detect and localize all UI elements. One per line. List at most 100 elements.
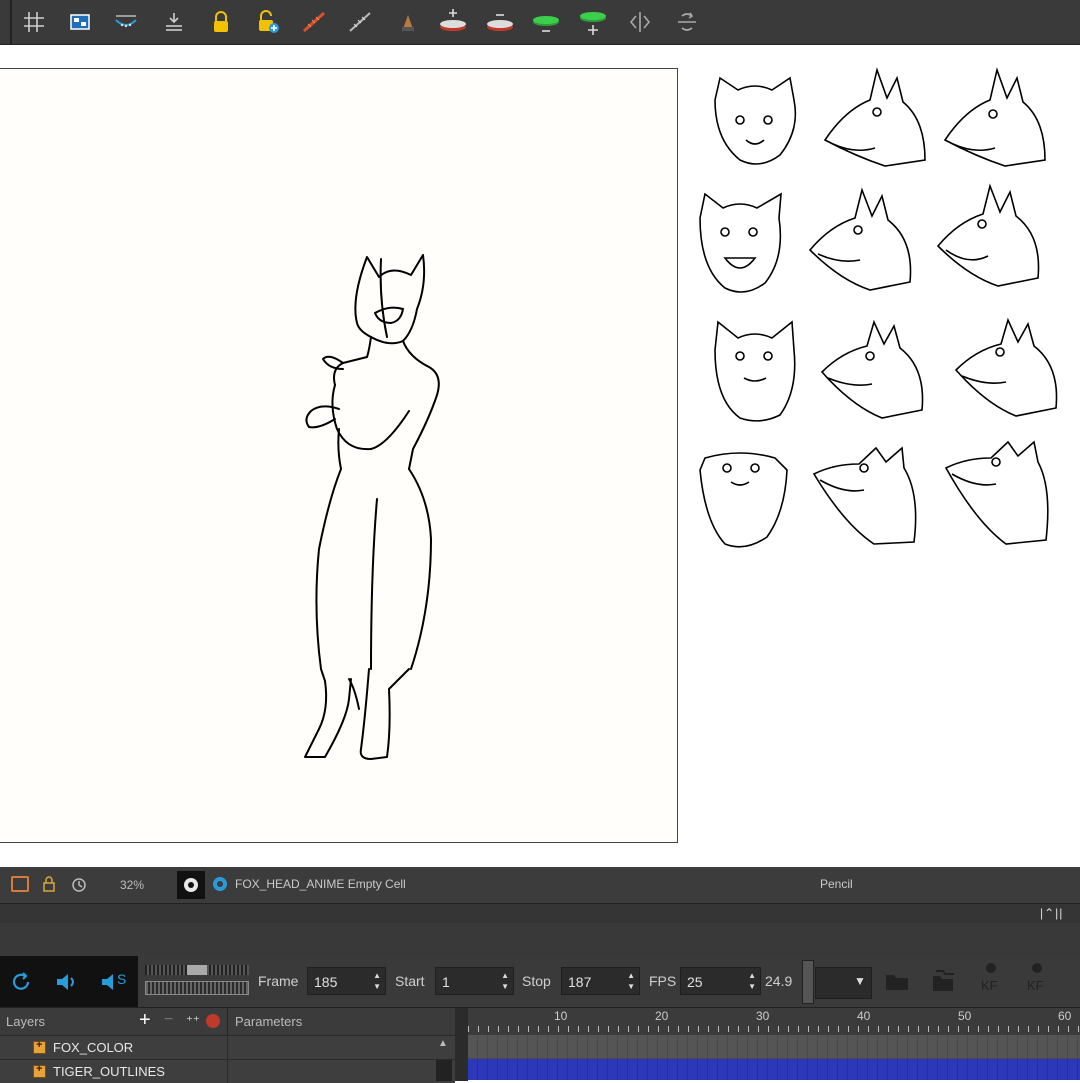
start-label: Start — [395, 973, 425, 989]
import-icon[interactable] — [158, 6, 190, 38]
frame-spinbox[interactable]: 185 ▲ ▼ — [307, 967, 386, 995]
add-green-layer-alt-icon[interactable] — [577, 6, 609, 38]
toolbar-separator — [10, 0, 12, 44]
jog-slider[interactable] — [145, 965, 249, 975]
fox-head-sketch — [699, 452, 788, 548]
character-sketch — [304, 254, 440, 760]
unlock-all-icon[interactable] — [252, 6, 284, 38]
zoom-level[interactable]: 32% — [120, 878, 144, 892]
layer-folder-icon[interactable] — [33, 1039, 46, 1054]
timeline-track-filled[interactable] — [468, 1059, 1080, 1080]
scroll-up-icon[interactable]: ▲ — [438, 1038, 448, 1049]
timeline-track[interactable] — [468, 1035, 1080, 1058]
layer-name[interactable]: FOX_COLOR — [53, 1040, 133, 1055]
main-toolbar — [0, 0, 1080, 45]
grid-icon[interactable] — [18, 6, 50, 38]
fox-head-sketch — [714, 320, 796, 422]
cell-gear-icon[interactable] — [210, 874, 230, 894]
ruler-tick-label: 30 — [756, 1009, 770, 1023]
fps-actual: 24.9 — [765, 973, 793, 989]
folder-stack-icon[interactable] — [930, 968, 956, 994]
column-divider — [227, 1008, 228, 1036]
scrub-sound-icon[interactable] — [100, 970, 118, 994]
lock-icon[interactable] — [43, 876, 55, 892]
fox-head-sketch — [808, 187, 912, 291]
fox-head-sketch — [936, 183, 1040, 287]
ruler-tick-label: 40 — [857, 1009, 871, 1023]
add-layer-icon[interactable] — [437, 6, 469, 38]
keyframe-dot-icon[interactable] — [982, 962, 1000, 974]
stop-label: Stop — [522, 973, 551, 989]
folder-icon[interactable] — [884, 970, 910, 992]
spin-arrows-icon[interactable]: ▲ ▼ — [748, 970, 756, 992]
add-layer-icon[interactable]: + — [139, 1009, 151, 1032]
ruler-tick-label: 20 — [655, 1009, 669, 1023]
view-mode-icon[interactable] — [11, 876, 29, 892]
spin-arrows-icon[interactable]: ▲ ▼ — [373, 970, 381, 992]
fps-value[interactable]: 25 — [687, 974, 703, 990]
panel-collapse-icon[interactable]: |⌃|| — [1040, 906, 1063, 920]
ruler-tick-label: 50 — [958, 1009, 972, 1023]
light-table-icon[interactable] — [64, 6, 96, 38]
start-spinbox[interactable]: 1 ▲ ▼ — [435, 967, 514, 995]
scrollbar-thumb[interactable] — [436, 1060, 452, 1081]
add-green-layer-icon[interactable] — [530, 6, 562, 38]
remove-layer-icon[interactable]: − — [164, 1011, 173, 1029]
fox-head-sketch — [823, 67, 926, 167]
history-icon[interactable] — [70, 876, 88, 894]
spin-arrows-icon[interactable]: ▲ ▼ — [627, 970, 635, 992]
current-cell-label: FOX_HEAD_ANIME Empty Cell — [235, 877, 406, 891]
panel-splitter[interactable] — [802, 960, 814, 1004]
timeline-ruler[interactable]: 10 20 30 40 50 60 — [468, 1008, 1080, 1036]
fox-head-sketch — [812, 446, 917, 545]
start-value[interactable]: 1 — [442, 974, 450, 990]
stop-spinbox[interactable]: 187 ▲ ▼ — [561, 967, 640, 995]
sound-icon[interactable] — [54, 970, 80, 994]
keyframe-label[interactable]: KF — [981, 978, 998, 993]
fox-head-sketch — [954, 317, 1058, 417]
frame-value[interactable]: 185 — [314, 974, 337, 990]
ruler-ticks — [468, 1026, 1080, 1032]
settings-gear-icon[interactable] — [177, 871, 205, 899]
fps-label: FPS — [649, 973, 677, 989]
layer-options-icon[interactable] — [206, 1014, 220, 1028]
timeline-tracks[interactable] — [468, 1035, 1080, 1080]
brush-icon[interactable] — [392, 6, 424, 38]
panel-spacer — [0, 923, 1080, 956]
frame-label: Frame — [258, 973, 299, 989]
pencil-line-icon[interactable] — [298, 6, 330, 38]
layer-folder-icon[interactable] — [33, 1063, 46, 1078]
parameters-title: Parameters — [235, 1014, 303, 1029]
loop-icon[interactable] — [9, 970, 33, 994]
fox-head-sketch — [943, 67, 1046, 167]
reference-head-sheet — [699, 67, 1058, 548]
layer-row[interactable]: FOX_COLOR ▲ — [0, 1035, 455, 1059]
layers-title: Layers — [6, 1014, 46, 1029]
layer-name[interactable]: TIGER_OUTLINES — [53, 1064, 165, 1079]
keyframe-label[interactable]: KF — [1027, 978, 1044, 993]
onion-skin-icon[interactable] — [110, 6, 142, 38]
column-divider — [227, 1036, 228, 1059]
fox-head-sketch — [714, 76, 797, 165]
shift-line-icon[interactable] — [344, 6, 376, 38]
fox-head-sketch — [944, 440, 1049, 545]
rotate-view-icon[interactable] — [671, 6, 703, 38]
jog-slider-handle[interactable] — [187, 965, 207, 975]
stop-value[interactable]: 187 — [568, 974, 591, 990]
chevron-down-icon[interactable]: ▼ — [854, 974, 866, 988]
status-bar: 32% FOX_HEAD_ANIME Empty Cell Pencil — [0, 867, 1080, 903]
shuttle-wheel[interactable] — [145, 981, 249, 995]
layers-panel-header: Layers + − ⁺⁺ Parameters 10 20 30 40 50 … — [0, 1007, 1080, 1081]
scrub-sound-label: S — [117, 971, 127, 987]
drawing-canvas[interactable] — [0, 68, 678, 843]
fps-spinbox[interactable]: 25 ▲ ▼ — [680, 967, 761, 995]
lock-icon[interactable] — [205, 6, 237, 38]
remove-layer-icon[interactable] — [484, 6, 516, 38]
keyframe-dot-icon[interactable] — [1028, 962, 1046, 974]
add-folder-icon[interactable]: ⁺⁺ — [186, 1013, 200, 1029]
spin-arrows-icon[interactable]: ▲ ▼ — [501, 970, 509, 992]
flip-horizontal-icon[interactable] — [624, 6, 656, 38]
color-dropdown[interactable]: ▼ — [815, 967, 872, 999]
layers-scrollbar-gap — [455, 1008, 468, 1081]
layer-row[interactable]: TIGER_OUTLINES — [0, 1059, 455, 1083]
